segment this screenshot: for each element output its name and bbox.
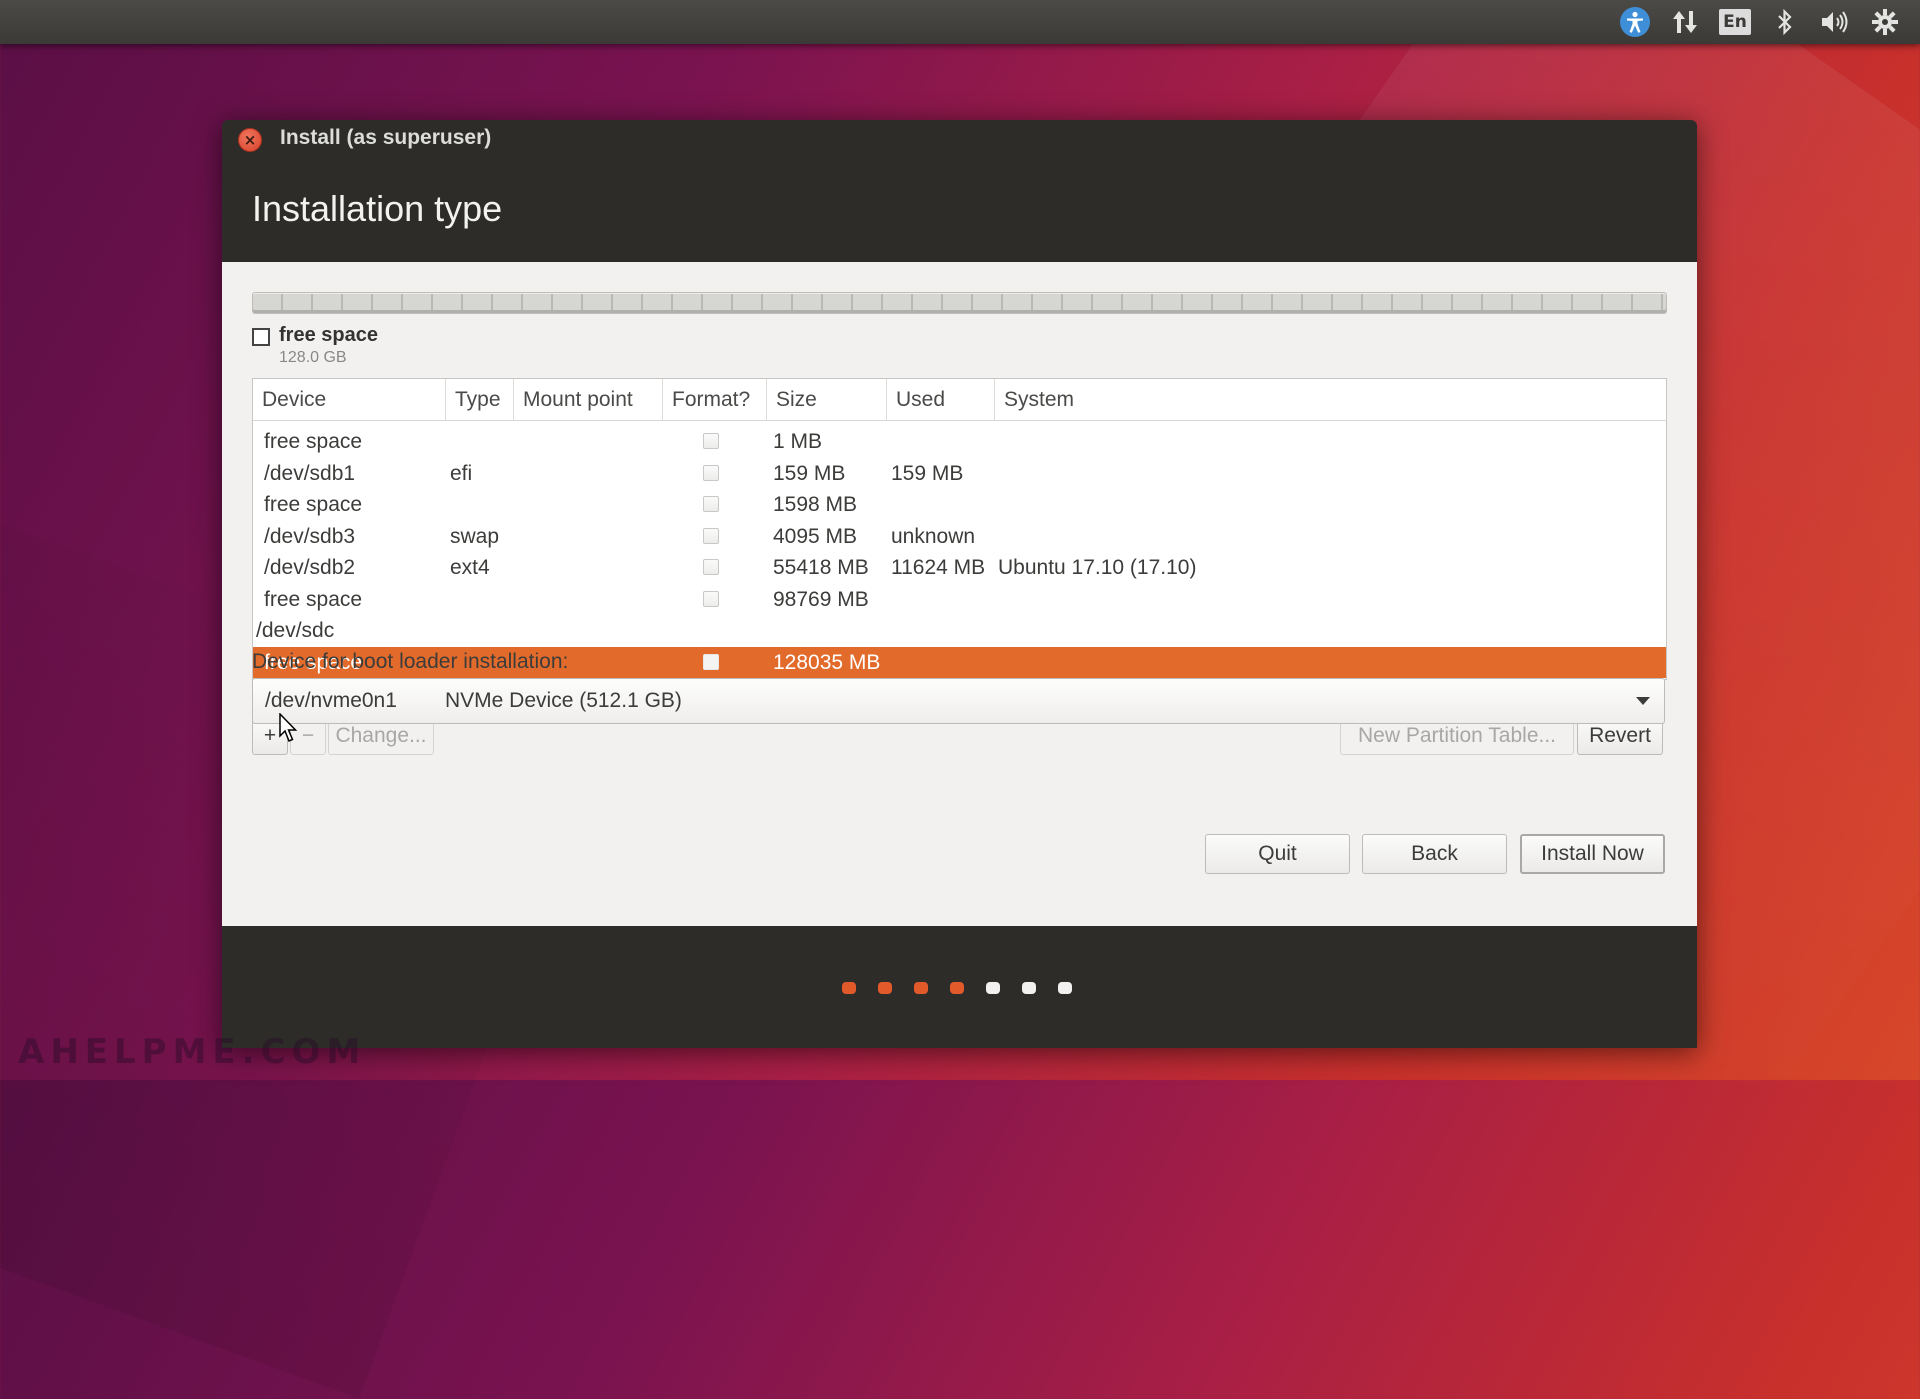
format-checkbox[interactable] (703, 590, 719, 607)
window-title: Install (as superuser) (280, 126, 492, 149)
row-device: free space (264, 493, 363, 516)
format-checkbox[interactable] (703, 464, 719, 481)
row-size: 128035 MB (773, 650, 881, 674)
row-device: free space (264, 587, 363, 611)
row-type: ext4 (450, 556, 490, 579)
column-header-system[interactable]: System (995, 379, 1666, 420)
legend-size: 128.0 GB (279, 349, 347, 366)
page-title: Installation type (252, 188, 503, 229)
row-size: 1 MB (773, 430, 823, 453)
settings-icon[interactable] (1860, 0, 1910, 44)
step-dot (878, 982, 892, 994)
row-used: 159 MB (891, 461, 964, 485)
table-row[interactable]: /dev/sdb2 ext4 55418 MB 11624 MB Ubuntu 17.1… (253, 552, 1666, 583)
row-system: Ubuntu 17.10 (17.10) (998, 556, 1197, 579)
step-progress-dots (842, 982, 1092, 1002)
accessibility-icon[interactable] (1610, 0, 1660, 44)
boot-loader-select[interactable]: /dev/nvme0n1 NVMe Device (512.1 GB) (252, 678, 1665, 724)
keyboard-layout-icon[interactable]: En (1710, 0, 1760, 44)
row-type: swap (450, 524, 500, 548)
row-type: efi (450, 461, 473, 485)
column-header-size[interactable]: Size (767, 379, 887, 420)
row-device: /dev/sdb3 (264, 524, 356, 548)
format-checkbox[interactable] (703, 496, 719, 512)
row-size: 159 MB (773, 461, 846, 485)
column-header-type[interactable]: Type (446, 379, 514, 420)
row-size: 98769 MB (773, 587, 869, 611)
row-device: /dev/sdb2 (264, 556, 356, 579)
table-header: Device Type Mount point Format? Size Use… (253, 379, 1666, 421)
chevron-down-icon (1636, 697, 1650, 705)
volume-icon[interactable] (1810, 0, 1860, 44)
step-dot (986, 982, 1000, 994)
format-checkbox[interactable] (703, 653, 719, 670)
row-used: 11624 MB (891, 556, 986, 579)
table-row[interactable]: free space 1 MB (253, 426, 1666, 457)
row-device: /dev/sdb1 (264, 461, 356, 485)
step-dot (1058, 982, 1072, 994)
step-dot (842, 982, 856, 994)
step-dot (1022, 982, 1036, 994)
step-dot (950, 982, 964, 994)
boot-device-name: NVMe Device (512.1 GB) (445, 689, 682, 712)
bluetooth-icon[interactable] (1760, 0, 1810, 44)
quit-button[interactable]: Quit (1205, 834, 1350, 874)
install-now-button[interactable]: Install Now (1520, 834, 1665, 874)
network-icon[interactable] (1660, 0, 1710, 44)
row-device: free space (264, 430, 363, 453)
legend-label: free space (279, 324, 378, 346)
format-checkbox[interactable] (703, 527, 719, 544)
row-device: /dev/sdc (256, 619, 335, 642)
partition-table[interactable]: Device Type Mount point Format? Size Use… (252, 378, 1667, 680)
row-size: 55418 MB (773, 556, 869, 579)
table-row[interactable]: /dev/sdc (253, 615, 1666, 646)
installer-window: × Install (as superuser) Installation ty… (222, 120, 1697, 1048)
top-panel: En (0, 0, 1920, 44)
legend-color-swatch (252, 328, 270, 346)
partition-bar (252, 292, 1667, 314)
row-size: 4095 MB (773, 524, 858, 548)
boot-loader-label: Device for boot loader installation: (252, 650, 569, 673)
progress-footer (222, 926, 1697, 1048)
close-icon: × (243, 131, 257, 149)
system-tray: En (1610, 0, 1910, 44)
column-header-format[interactable]: Format? (663, 379, 767, 420)
page-header: Installation type (222, 158, 1697, 262)
column-header-used[interactable]: Used (887, 379, 995, 420)
table-row[interactable]: free space 98769 MB (253, 584, 1666, 615)
watermark: AHELPME.COM (18, 1032, 367, 1072)
table-row[interactable]: /dev/sdb3 swap 4095 MB unknown (253, 521, 1666, 552)
column-header-mount-point[interactable]: Mount point (514, 379, 663, 420)
step-dot (914, 982, 928, 994)
window-titlebar: × Install (as superuser) (222, 120, 1697, 158)
row-size: 1598 MB (773, 493, 858, 516)
mouse-cursor-icon (279, 712, 299, 747)
table-row[interactable]: /dev/sdb1 efi 159 MB 159 MB (253, 458, 1666, 489)
format-checkbox[interactable] (703, 559, 719, 575)
row-used: unknown (891, 524, 976, 548)
back-button[interactable]: Back (1362, 834, 1507, 874)
format-checkbox[interactable] (703, 433, 719, 449)
table-row[interactable]: free space 1598 MB (253, 489, 1666, 520)
close-button[interactable]: × (238, 128, 262, 152)
column-header-device[interactable]: Device (253, 379, 446, 420)
main-content: free space 128.0 GB Device Type Mount po… (222, 262, 1697, 926)
